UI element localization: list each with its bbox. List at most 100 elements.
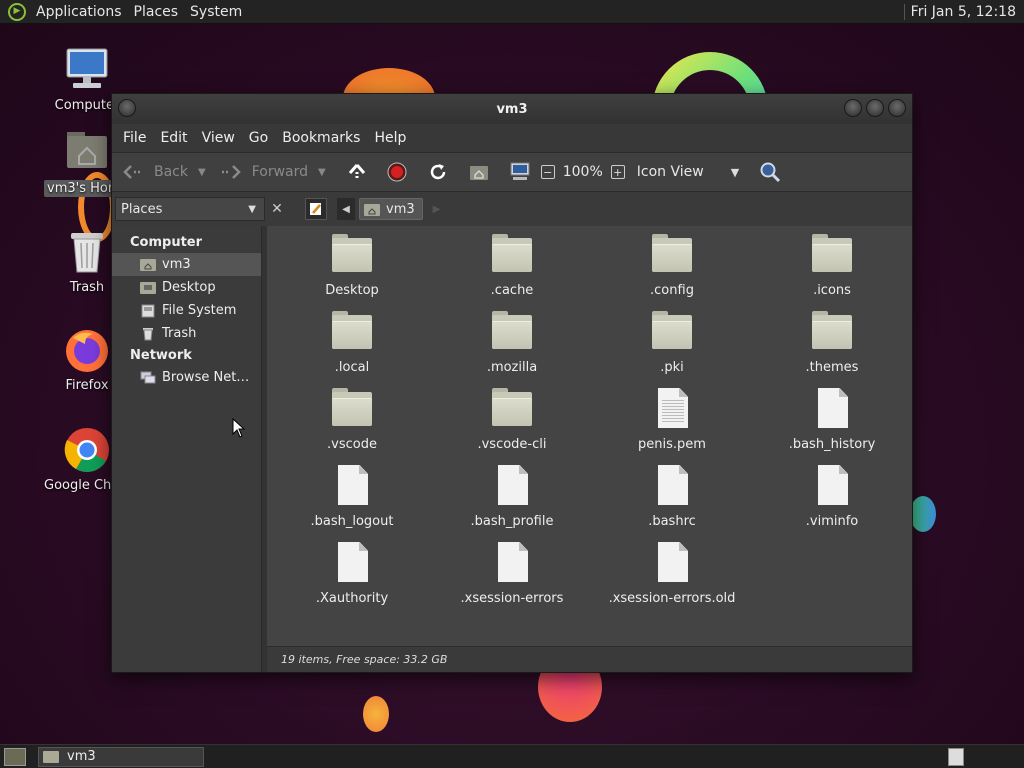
file-icon bbox=[810, 465, 854, 509]
search-icon[interactable] bbox=[759, 161, 781, 183]
status-text: 19 items, Free space: 33.2 GB bbox=[281, 653, 448, 666]
menubar: File Edit View Go Bookmarks Help bbox=[112, 124, 912, 152]
maximize-button[interactable] bbox=[866, 99, 884, 117]
file-item[interactable]: .config bbox=[592, 234, 752, 311]
folder-icon bbox=[490, 234, 534, 278]
places-sidebar: Computer vm3 Desktop File System Trash N… bbox=[112, 226, 262, 672]
zoom-out-icon[interactable]: − bbox=[540, 165, 555, 179]
sidebar-item-browse-network[interactable]: Browse Net… bbox=[112, 366, 261, 389]
window-menu-button[interactable] bbox=[118, 99, 136, 117]
show-desktop-button[interactable] bbox=[4, 747, 26, 766]
home-icon[interactable] bbox=[468, 161, 490, 183]
menu-help[interactable]: Help bbox=[367, 130, 413, 146]
zoom-in-icon[interactable]: + bbox=[610, 165, 625, 179]
file-name: .xsession-errors.old bbox=[608, 591, 736, 606]
file-name: .mozilla bbox=[486, 360, 538, 375]
menu-places[interactable]: Places bbox=[128, 0, 185, 24]
back-button[interactable]: Back bbox=[122, 153, 188, 191]
zoom-level[interactable]: 100% bbox=[563, 164, 603, 180]
menu-view[interactable]: View bbox=[195, 130, 242, 146]
menu-system[interactable]: System bbox=[184, 0, 248, 24]
file-icon bbox=[810, 388, 854, 432]
sidebar-item-label: vm3 bbox=[162, 257, 191, 272]
text-file-icon bbox=[650, 388, 694, 432]
file-name: penis.pem bbox=[638, 437, 706, 452]
desktop-folder-icon bbox=[140, 281, 156, 295]
breadcrumb-vm3[interactable]: vm3 bbox=[359, 198, 423, 220]
sidebar-item-vm3[interactable]: vm3 bbox=[112, 253, 261, 276]
file-item[interactable]: .bashrc bbox=[592, 465, 752, 542]
breadcrumb-label: vm3 bbox=[386, 201, 415, 217]
back-history-dropdown[interactable]: ▼ bbox=[198, 167, 206, 178]
reload-icon[interactable] bbox=[427, 161, 449, 183]
bottom-panel: vm3 bbox=[0, 744, 1024, 768]
file-name: .xsession-errors bbox=[460, 591, 564, 606]
clock[interactable]: Fri Jan 5, 12:18 bbox=[911, 4, 1024, 20]
forward-button[interactable]: Forward bbox=[220, 153, 308, 191]
sidebar-item-trash[interactable]: Trash bbox=[112, 322, 261, 345]
sidebar-item-label: Trash bbox=[162, 326, 197, 341]
sidebar-item-file-system[interactable]: File System bbox=[112, 299, 261, 322]
stop-icon[interactable] bbox=[386, 161, 408, 183]
chrome-icon bbox=[63, 426, 111, 474]
file-item[interactable]: .mozilla bbox=[432, 311, 592, 388]
file-item[interactable]: .pki bbox=[592, 311, 752, 388]
file-item[interactable]: penis.pem bbox=[592, 388, 752, 465]
file-item[interactable]: .bash_logout bbox=[272, 465, 432, 542]
file-name: .cache bbox=[490, 283, 534, 298]
forward-history-dropdown[interactable]: ▼ bbox=[318, 167, 326, 178]
file-item[interactable]: .xsession-errors.old bbox=[592, 542, 752, 619]
file-name: .bash_logout bbox=[310, 514, 394, 529]
window-title: vm3 bbox=[496, 101, 528, 117]
file-name: .bash_profile bbox=[470, 514, 554, 529]
panel-separator bbox=[903, 3, 905, 20]
close-sidebar-icon[interactable]: ✕ bbox=[267, 199, 287, 219]
file-grid: Desktop .cache .config .icons .local .mozilla… bbox=[272, 234, 912, 619]
file-item[interactable]: Desktop bbox=[272, 234, 432, 311]
close-button[interactable] bbox=[888, 99, 906, 117]
file-item[interactable]: .bash_profile bbox=[432, 465, 592, 542]
file-item[interactable]: .xsession-errors bbox=[432, 542, 592, 619]
file-item[interactable]: .icons bbox=[752, 234, 912, 311]
file-item[interactable]: .bash_history bbox=[752, 388, 912, 465]
breadcrumb-left-arrow[interactable]: ◀ bbox=[337, 198, 355, 220]
sidebar-section-computer: Computer bbox=[130, 235, 203, 250]
file-name: .vscode-cli bbox=[477, 437, 547, 452]
up-icon[interactable] bbox=[346, 161, 368, 183]
file-item[interactable]: .viminfo bbox=[752, 465, 912, 542]
menu-go[interactable]: Go bbox=[242, 130, 275, 146]
status-bar: 19 items, Free space: 33.2 GB bbox=[267, 646, 912, 672]
folder-icon bbox=[650, 234, 694, 278]
file-item[interactable]: .vscode bbox=[272, 388, 432, 465]
folder-icon bbox=[330, 388, 374, 432]
edit-location-icon[interactable] bbox=[305, 198, 327, 220]
file-item[interactable]: .local bbox=[272, 311, 432, 388]
computer-icon[interactable] bbox=[509, 161, 531, 183]
file-name: Desktop bbox=[325, 283, 379, 298]
file-item[interactable]: .Xauthority bbox=[272, 542, 432, 619]
breadcrumb-right-arrow[interactable]: ▶ bbox=[433, 204, 441, 215]
file-name: .vscode bbox=[327, 437, 377, 452]
menu-file[interactable]: File bbox=[116, 130, 153, 146]
view-mode-select[interactable]: Icon View bbox=[637, 164, 727, 180]
file-view[interactable]: Desktop .cache .config .icons .local .mozilla… bbox=[267, 226, 912, 672]
titlebar[interactable]: vm3 bbox=[112, 94, 912, 124]
minimize-button[interactable] bbox=[844, 99, 862, 117]
distro-logo-icon[interactable]: ▶ bbox=[8, 2, 26, 21]
workspace-switcher[interactable] bbox=[948, 747, 964, 766]
chevron-down-icon[interactable]: ▼ bbox=[731, 166, 739, 179]
wallpaper-blob bbox=[910, 496, 936, 532]
file-item[interactable]: .cache bbox=[432, 234, 592, 311]
trash-icon bbox=[63, 228, 111, 276]
file-name: .bash_history bbox=[788, 437, 876, 452]
sidebar-type-select[interactable]: Places ▼ bbox=[115, 197, 265, 221]
menu-applications[interactable]: Applications bbox=[30, 0, 128, 24]
menu-edit[interactable]: Edit bbox=[153, 130, 194, 146]
file-item[interactable]: .vscode-cli bbox=[432, 388, 592, 465]
file-icon bbox=[650, 465, 694, 509]
file-icon bbox=[650, 542, 694, 586]
file-item[interactable]: .themes bbox=[752, 311, 912, 388]
sidebar-item-desktop[interactable]: Desktop bbox=[112, 276, 261, 299]
taskbar-item-vm3[interactable]: vm3 bbox=[38, 746, 204, 767]
menu-bookmarks[interactable]: Bookmarks bbox=[275, 130, 367, 146]
